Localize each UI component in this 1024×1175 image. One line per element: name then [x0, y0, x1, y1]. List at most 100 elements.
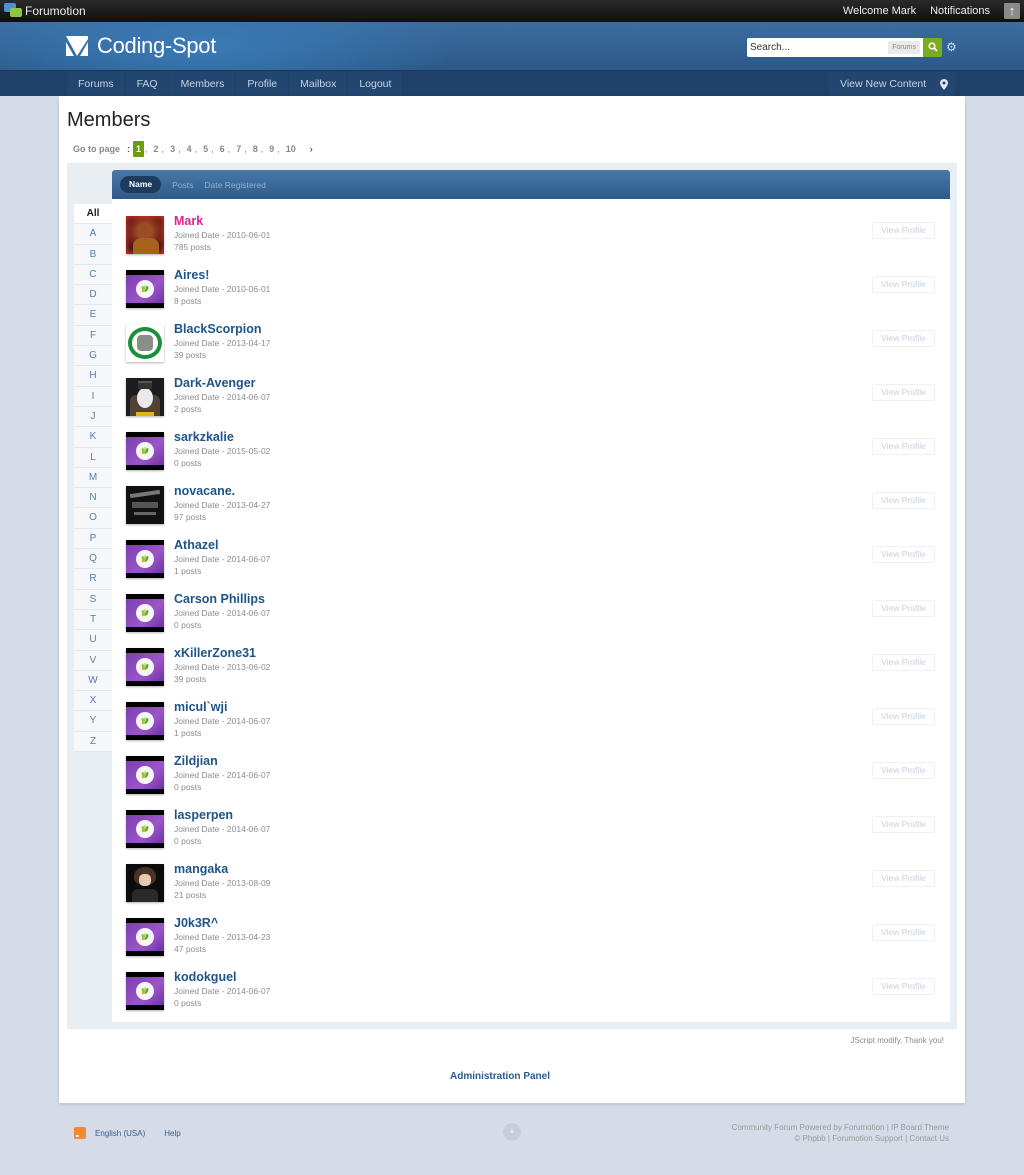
- avatar[interactable]: [126, 378, 164, 416]
- administration-panel-label[interactable]: Administration Panel: [450, 1071, 550, 1082]
- letter-filter-r[interactable]: R: [74, 569, 112, 590]
- letter-filter-n[interactable]: N: [74, 488, 112, 509]
- letter-filter-t[interactable]: T: [74, 609, 112, 631]
- page-link[interactable]: 2: [152, 144, 161, 154]
- page-link[interactable]: 4: [185, 144, 194, 154]
- member-name-link[interactable]: Aires!: [174, 268, 270, 283]
- avatar[interactable]: [126, 270, 164, 308]
- member-name-link[interactable]: Carson Phillips: [174, 592, 270, 607]
- letter-filter-all[interactable]: All: [74, 204, 112, 225]
- arrow-up-icon[interactable]: ↑: [1004, 3, 1020, 19]
- letter-filter-z[interactable]: Z: [74, 731, 112, 753]
- page-link[interactable]: 9: [267, 144, 276, 154]
- page-link[interactable]: 7: [234, 144, 243, 154]
- letter-filter-a[interactable]: A: [74, 224, 112, 245]
- letter-filter-k[interactable]: K: [74, 427, 112, 448]
- letter-filter-w[interactable]: W: [74, 670, 112, 692]
- member-name-link[interactable]: mangaka: [174, 862, 270, 877]
- page-link[interactable]: 5: [201, 144, 210, 154]
- search-input[interactable]: [747, 38, 877, 57]
- avatar[interactable]: [126, 972, 164, 1010]
- forumotion-brand[interactable]: Forumotion: [4, 3, 86, 18]
- member-name-link[interactable]: micul`wji: [174, 700, 270, 715]
- letter-filter-m[interactable]: M: [74, 467, 112, 489]
- nav-item-members[interactable]: Members: [169, 72, 236, 97]
- letter-filter-v[interactable]: V: [74, 650, 112, 671]
- nav-item-logout[interactable]: Logout: [348, 72, 403, 97]
- welcome-user-link[interactable]: Welcome Mark: [843, 5, 916, 17]
- view-profile-button[interactable]: View Profile: [872, 708, 935, 725]
- view-profile-button[interactable]: View Profile: [872, 276, 935, 293]
- page-link[interactable]: 3: [168, 144, 177, 154]
- help-link[interactable]: Help: [164, 1129, 180, 1138]
- letter-filter-o[interactable]: O: [74, 508, 112, 529]
- map-pin-icon[interactable]: [933, 72, 955, 97]
- letter-filter-d[interactable]: D: [74, 285, 112, 306]
- gear-icon[interactable]: ⚙: [946, 40, 957, 54]
- letter-filter-u[interactable]: U: [74, 630, 112, 651]
- letter-filter-f[interactable]: F: [74, 325, 112, 347]
- member-name-link[interactable]: kodokguel: [174, 970, 270, 985]
- page-link[interactable]: 8: [251, 144, 260, 154]
- nav-item-forums[interactable]: Forums: [67, 72, 125, 97]
- member-name-link[interactable]: Athazel: [174, 538, 270, 553]
- view-new-content-link[interactable]: View New Content: [829, 72, 938, 97]
- tab-sort-posts[interactable]: Posts: [172, 180, 193, 190]
- search-scope-select[interactable]: Forums: [888, 41, 920, 54]
- site-logo[interactable]: Coding-Spot: [66, 33, 216, 59]
- letter-filter-h[interactable]: H: [74, 366, 112, 387]
- avatar[interactable]: [126, 486, 164, 524]
- next-page-icon[interactable]: ›: [310, 144, 313, 154]
- search-button[interactable]: [923, 38, 942, 57]
- tab-sort-name[interactable]: Name: [120, 176, 162, 193]
- member-name-link[interactable]: xKillerZone31: [174, 646, 270, 661]
- letter-filter-c[interactable]: C: [74, 264, 112, 286]
- avatar[interactable]: [126, 216, 164, 254]
- member-name-link[interactable]: BlackScorpion: [174, 322, 270, 337]
- letter-filter-i[interactable]: I: [74, 386, 112, 407]
- member-name-link[interactable]: Dark-Avenger: [174, 376, 270, 391]
- member-name-link[interactable]: novacane.: [174, 484, 270, 499]
- avatar[interactable]: [126, 324, 164, 362]
- view-profile-button[interactable]: View Profile: [872, 492, 935, 509]
- nav-item-mailbox[interactable]: Mailbox: [289, 72, 348, 97]
- member-name-link[interactable]: Mark: [174, 214, 270, 229]
- tab-sort-date-registered[interactable]: Date Registered: [204, 180, 265, 190]
- letter-filter-s[interactable]: S: [74, 589, 112, 610]
- member-name-link[interactable]: sarkzkalie: [174, 430, 270, 445]
- member-name-link[interactable]: J0k3R^: [174, 916, 270, 931]
- avatar[interactable]: [126, 702, 164, 740]
- avatar[interactable]: [126, 918, 164, 956]
- letter-filter-x[interactable]: X: [74, 691, 112, 712]
- letter-filter-l[interactable]: L: [74, 447, 112, 468]
- avatar[interactable]: [126, 648, 164, 686]
- letter-filter-p[interactable]: P: [74, 528, 112, 550]
- view-profile-button[interactable]: View Profile: [872, 978, 935, 995]
- notifications-link[interactable]: Notifications: [930, 5, 990, 17]
- view-profile-button[interactable]: View Profile: [872, 546, 935, 563]
- page-link-current[interactable]: 1: [133, 141, 145, 157]
- avatar[interactable]: [126, 432, 164, 470]
- rss-icon[interactable]: [74, 1127, 86, 1139]
- page-link[interactable]: 10: [284, 144, 298, 154]
- member-name-link[interactable]: lasperpen: [174, 808, 270, 823]
- view-profile-button[interactable]: View Profile: [872, 654, 935, 671]
- member-name-link[interactable]: Zildjian: [174, 754, 270, 769]
- letter-filter-j[interactable]: J: [74, 406, 112, 428]
- view-profile-button[interactable]: View Profile: [872, 384, 935, 401]
- scroll-to-top-icon[interactable]: ▲: [503, 1123, 521, 1141]
- nav-item-profile[interactable]: Profile: [236, 72, 289, 97]
- avatar[interactable]: [126, 864, 164, 902]
- language-link[interactable]: English (USA): [95, 1129, 145, 1138]
- letter-filter-e[interactable]: E: [74, 305, 112, 326]
- avatar[interactable]: [126, 756, 164, 794]
- view-profile-button[interactable]: View Profile: [872, 924, 935, 941]
- nav-item-faq[interactable]: FAQ: [125, 72, 169, 97]
- view-profile-button[interactable]: View Profile: [872, 330, 935, 347]
- view-profile-button[interactable]: View Profile: [872, 762, 935, 779]
- view-profile-button[interactable]: View Profile: [872, 816, 935, 833]
- letter-filter-q[interactable]: Q: [74, 549, 112, 570]
- view-profile-button[interactable]: View Profile: [872, 600, 935, 617]
- letter-filter-g[interactable]: G: [74, 346, 112, 367]
- avatar[interactable]: [126, 540, 164, 578]
